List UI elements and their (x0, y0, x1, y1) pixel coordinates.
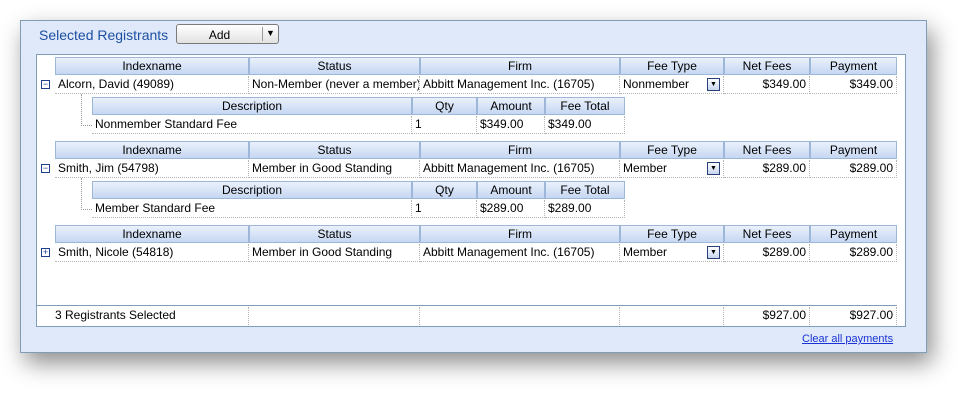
chevron-down-icon[interactable]: ▼ (707, 78, 720, 91)
registrant-payment-text: $289.00 (849, 161, 893, 175)
fee-fee-total: $349.00 (545, 116, 625, 134)
clear-all-payments-link[interactable]: Clear all payments (802, 333, 893, 345)
registrant-firm-text: Abbitt Management Inc. (16705) (423, 245, 595, 259)
registrant-status-text: Member in Good Standing (252, 161, 393, 175)
add-dropdown-icon[interactable]: ▼ (266, 28, 275, 38)
fee-amount: $349.00 (477, 116, 545, 134)
registrants-grid: Indexname Status Firm Fee Type Net Fees Payme… (36, 54, 906, 327)
tree-line (81, 178, 82, 210)
summary-payment-total: $927.00 (810, 307, 897, 325)
registrant-fee-type[interactable]: Nonmember ▼ (620, 76, 724, 94)
fee-header-fee-total[interactable]: Fee Total (545, 97, 625, 115)
summary-count: 3 Registrants Selected (37, 307, 249, 325)
fee-header-description[interactable]: Description (92, 97, 412, 115)
registrant-fee-type-text: Member (623, 161, 668, 175)
registrant-payment: $289.00 (810, 244, 897, 262)
selected-registrants-panel: Selected Registrants Add ▼ Indexname Stat… (20, 20, 927, 353)
plus-box-icon[interactable]: + (41, 248, 50, 257)
registrant-indexname-text: Alcorn, David (49089) (58, 77, 175, 91)
registrant-firm: Abbitt Management Inc. (16705) (420, 244, 620, 262)
registrant-status-text: Non-Member (never a member) (252, 77, 420, 91)
registrant-indexname: Smith, Jim (54798) (55, 160, 249, 178)
registrant-indexname-text: Smith, Jim (54798) (58, 161, 159, 175)
fee-header-qty[interactable]: Qty (412, 181, 477, 199)
column-header-status[interactable]: Status (249, 225, 420, 243)
registrant-indexname: Smith, Nicole (54818) (55, 244, 249, 262)
summary-empty-cell (249, 307, 420, 325)
column-header-status[interactable]: Status (249, 57, 420, 75)
column-header-payment[interactable]: Payment (810, 57, 897, 75)
registrant-status: Non-Member (never a member) (249, 76, 420, 94)
column-header-fee-type[interactable]: Fee Type (620, 57, 724, 75)
fee-description: Member Standard Fee (92, 200, 412, 218)
column-header-firm[interactable]: Firm (420, 57, 620, 75)
tree-line (81, 209, 92, 210)
tree-line (81, 94, 82, 126)
summary-empty-cell (420, 307, 620, 325)
registrant-net-fees: $349.00 (724, 76, 810, 94)
column-header-indexname[interactable]: Indexname (55, 141, 249, 159)
registrant-firm: Abbitt Management Inc. (16705) (420, 76, 620, 94)
fee-qty: 1 (412, 200, 477, 218)
registrant-fee-type[interactable]: Member ▼ (620, 160, 724, 178)
registrant-payment-text: $349.00 (849, 77, 893, 91)
column-header-payment[interactable]: Payment (810, 141, 897, 159)
registrant-net-fees: $289.00 (724, 244, 810, 262)
registrant-fee-type[interactable]: Member ▼ (620, 244, 724, 262)
minus-box-icon[interactable]: − (41, 80, 50, 89)
fee-header-qty[interactable]: Qty (412, 97, 477, 115)
registrant-indexname: Alcorn, David (49089) (55, 76, 249, 94)
registrant-indexname-text: Smith, Nicole (54818) (58, 245, 174, 259)
fee-description: Nonmember Standard Fee (92, 116, 412, 134)
fee-header-description[interactable]: Description (92, 181, 412, 199)
column-header-indexname[interactable]: Indexname (55, 225, 249, 243)
column-header-firm[interactable]: Firm (420, 225, 620, 243)
footer-divider (37, 305, 897, 306)
fee-header-fee-total[interactable]: Fee Total (545, 181, 625, 199)
tree-line (81, 125, 92, 126)
panel-title: Selected Registrants (39, 27, 169, 43)
registrant-status: Member in Good Standing (249, 244, 420, 262)
registrant-net-fees-text: $289.00 (762, 245, 806, 259)
fee-header-amount[interactable]: Amount (477, 181, 545, 199)
chevron-down-icon[interactable]: ▼ (707, 162, 720, 175)
registrant-payment: $289.00 (810, 160, 897, 178)
registrant-net-fees: $289.00 (724, 160, 810, 178)
column-header-net-fees[interactable]: Net Fees (724, 141, 810, 159)
column-header-status[interactable]: Status (249, 141, 420, 159)
registrant-payment-text: $289.00 (849, 245, 893, 259)
registrant-fee-type-text: Nonmember (623, 77, 690, 91)
registrant-payment: $349.00 (810, 76, 897, 94)
column-header-net-fees[interactable]: Net Fees (724, 57, 810, 75)
column-header-fee-type[interactable]: Fee Type (620, 225, 724, 243)
registrant-firm: Abbitt Management Inc. (16705) (420, 160, 620, 178)
fee-qty: 1 (412, 116, 477, 134)
registrant-firm-text: Abbitt Management Inc. (16705) (423, 77, 595, 91)
column-header-net-fees[interactable]: Net Fees (724, 225, 810, 243)
fee-amount: $289.00 (477, 200, 545, 218)
column-header-firm[interactable]: Firm (420, 141, 620, 159)
fee-header-amount[interactable]: Amount (477, 97, 545, 115)
registrant-fee-type-text: Member (623, 245, 668, 259)
fee-fee-total: $289.00 (545, 200, 625, 218)
registrant-net-fees-text: $289.00 (762, 161, 806, 175)
registrant-net-fees-text: $349.00 (762, 77, 806, 91)
summary-empty-cell (620, 307, 724, 325)
add-button-separator (262, 27, 263, 41)
add-button[interactable]: Add ▼ (176, 24, 279, 44)
column-header-indexname[interactable]: Indexname (55, 57, 249, 75)
add-button-label: Add (208, 28, 231, 42)
registrant-status: Member in Good Standing (249, 160, 420, 178)
summary-net-total: $927.00 (724, 307, 810, 325)
column-header-fee-type[interactable]: Fee Type (620, 141, 724, 159)
minus-box-icon[interactable]: − (41, 164, 50, 173)
registrant-firm-text: Abbitt Management Inc. (16705) (423, 161, 595, 175)
registrant-status-text: Member in Good Standing (252, 245, 393, 259)
column-header-payment[interactable]: Payment (810, 225, 897, 243)
chevron-down-icon[interactable]: ▼ (707, 246, 720, 259)
